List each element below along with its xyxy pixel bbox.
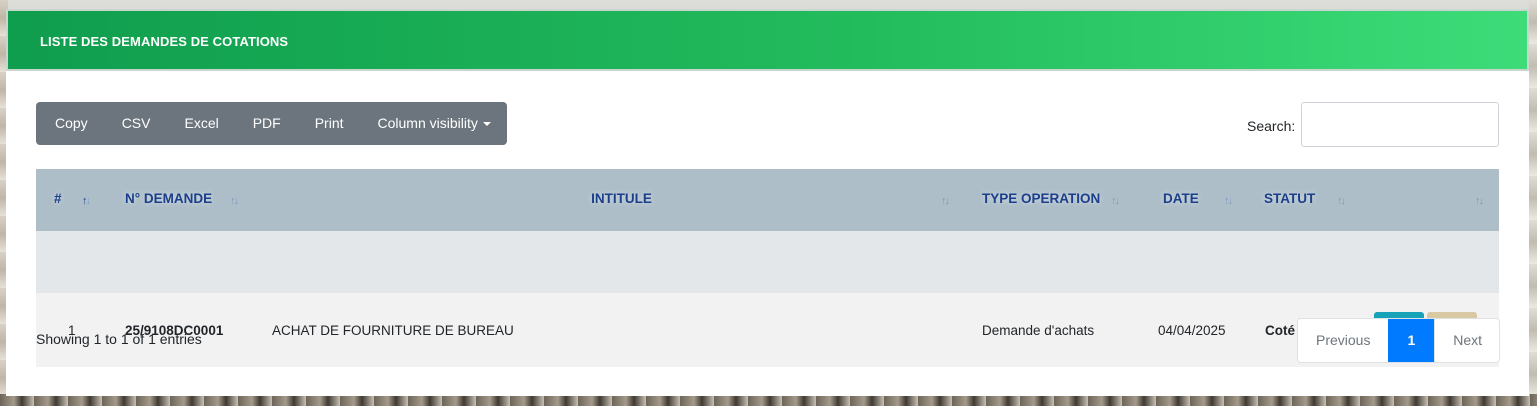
column-header-numero[interactable]: N° DEMANDE ↑↓ <box>90 169 266 231</box>
pdf-button[interactable]: PDF <box>235 102 297 145</box>
quotation-requests-table: # ↑↓ N° DEMANDE ↑↓ INTITULE ↑↓ TYPE OPER… <box>36 169 1499 367</box>
page-1-button[interactable]: 1 <box>1388 319 1435 362</box>
cell-intitule: ACHAT DE FOURNITURE DE BUREAU <box>272 322 514 338</box>
print-button[interactable]: Print <box>297 102 360 145</box>
sort-icon: ↑↓ <box>1475 195 1484 207</box>
csv-button[interactable]: CSV <box>104 102 167 145</box>
sort-icon: ↑↓ <box>1111 195 1120 207</box>
background-right <box>1529 0 1537 406</box>
column-header-actions[interactable]: ↑↓ <box>1374 169 1499 231</box>
quotation-requests-card: LISTE DES DEMANDES DE COTATIONS Copy CSV… <box>6 9 1529 396</box>
card-title: LISTE DES DEMANDES DE COTATIONS <box>40 34 289 49</box>
column-header-label: TYPE OPERATION <box>982 190 1101 206</box>
header-separator <box>36 231 1499 293</box>
table-row: 1 25/9108DC0001 ACHAT DE FOURNITURE DE B… <box>36 293 1499 367</box>
previous-page-button[interactable]: Previous <box>1298 319 1389 362</box>
table-info: Showing 1 to 1 of 1 entries <box>36 331 202 347</box>
excel-button[interactable]: Excel <box>166 102 234 145</box>
column-header-label: N° DEMANDE <box>125 190 213 206</box>
sort-asc-icon: ↑↓ <box>82 195 91 207</box>
pagination: Previous 1 Next <box>1297 318 1501 363</box>
cell-date: 04/04/2025 <box>1158 322 1226 338</box>
search-label: Search: <box>1247 118 1296 134</box>
column-visibility-label: Column visibility <box>377 115 478 131</box>
export-button-group: Copy CSV Excel PDF Print Column visibili… <box>36 102 507 145</box>
column-header-date[interactable]: DATE ↑↓ <box>1158 169 1259 231</box>
table-header-row: # ↑↓ N° DEMANDE ↑↓ INTITULE ↑↓ TYPE OPER… <box>36 169 1499 231</box>
search-input[interactable] <box>1301 102 1499 147</box>
column-header-type-operation[interactable]: TYPE OPERATION ↑↓ <box>977 169 1158 231</box>
column-header-label: INTITULE <box>591 190 652 206</box>
column-visibility-button[interactable]: Column visibility <box>360 102 507 145</box>
column-header-statut[interactable]: STATUT ↑↓ <box>1259 169 1374 231</box>
cell-index: 1 <box>68 322 76 338</box>
copy-button[interactable]: Copy <box>36 102 104 145</box>
column-header-intitule[interactable]: INTITULE ↑↓ <box>266 169 977 231</box>
cell-type-operation: Demande d'achats <box>982 322 1095 338</box>
column-header-label: # <box>54 190 62 206</box>
column-header-label: DATE <box>1163 190 1199 206</box>
column-header-label: STATUT <box>1264 190 1316 206</box>
sort-icon: ↑↓ <box>941 195 950 207</box>
card-header: LISTE DES DEMANDES DE COTATIONS <box>6 9 1529 71</box>
sort-icon: ↑↓ <box>1224 195 1233 207</box>
column-header-index[interactable]: # ↑↓ <box>36 169 91 231</box>
caret-down-icon <box>482 122 491 126</box>
next-page-button[interactable]: Next <box>1434 319 1500 362</box>
sort-icon: ↑↓ <box>230 195 239 207</box>
cell-numero: 25/9108DC0001 <box>125 322 224 338</box>
sort-icon: ↑↓ <box>1337 195 1346 207</box>
